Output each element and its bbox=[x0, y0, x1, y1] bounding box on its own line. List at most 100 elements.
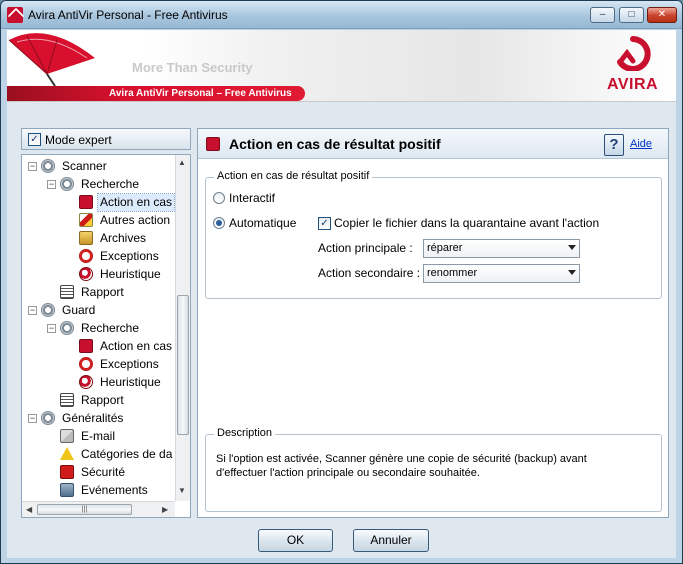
expert-mode-checkbox[interactable]: ✓ bbox=[28, 133, 41, 146]
tree-item-label: Catégories de da bbox=[81, 447, 173, 461]
avira-app-icon bbox=[7, 7, 23, 23]
cancel-button[interactable]: Annuler bbox=[353, 529, 429, 552]
tree-item[interactable]: Sécurité bbox=[22, 464, 175, 481]
tree-item-label: Sécurité bbox=[81, 465, 126, 479]
report-icon bbox=[60, 393, 74, 407]
tree-item[interactable]: − Généralités bbox=[22, 410, 175, 427]
settings-navigation: ✓ Mode expert − Scanner − Recherche Action e… bbox=[21, 128, 191, 518]
automatic-radio[interactable] bbox=[213, 217, 225, 229]
tree-item[interactable]: Catégories de da bbox=[22, 446, 175, 463]
exceptions-icon bbox=[79, 357, 93, 371]
tree-collapse-icon[interactable]: − bbox=[47, 324, 56, 333]
tree-item[interactable]: E-mail bbox=[22, 428, 175, 445]
action-group-title: Action en cas de résultat positif bbox=[214, 170, 373, 182]
heuristic-icon bbox=[79, 267, 93, 281]
banner: More Than Security Avira AntiVir Persona… bbox=[7, 30, 676, 102]
quarantine-checkbox[interactable]: ✓ bbox=[318, 217, 331, 230]
exceptions-icon bbox=[79, 249, 93, 263]
heuristic-icon bbox=[79, 375, 93, 389]
tree-item[interactable]: Exceptions bbox=[22, 248, 175, 265]
tree-item-label: Autres action bbox=[100, 213, 171, 227]
scroll-down-icon[interactable]: ▼ bbox=[178, 486, 186, 495]
tree-item-label: Recherche bbox=[81, 177, 140, 191]
tree-item[interactable]: Autres action bbox=[22, 212, 175, 229]
action-icon bbox=[206, 137, 220, 151]
window-title: Avira AntiVir Personal - Free Antivirus bbox=[28, 8, 228, 22]
primary-action-select[interactable]: réparer bbox=[423, 239, 580, 258]
tree-vertical-scrollbar[interactable]: ▲ ▼ bbox=[175, 155, 190, 501]
tree-horizontal-scrollbar[interactable]: ◀ ||| ▶ bbox=[22, 501, 175, 517]
help-icon[interactable]: ? bbox=[604, 134, 624, 156]
tree-item[interactable]: Action en cas bbox=[22, 193, 176, 212]
tree-item[interactable]: − Recherche bbox=[22, 320, 175, 337]
tree-item[interactable]: Rapport bbox=[22, 392, 175, 409]
security-icon bbox=[60, 465, 74, 479]
dialog-frame: More Than Security Avira AntiVir Persona… bbox=[7, 30, 676, 558]
tree-collapse-icon[interactable]: − bbox=[47, 180, 56, 189]
tree-hscroll-thumb[interactable]: ||| bbox=[37, 504, 132, 515]
action-group: Action en cas de résultat positif Intera… bbox=[205, 170, 662, 299]
tree-item[interactable]: − Scanner bbox=[22, 158, 175, 175]
maximize-button[interactable]: □ bbox=[619, 7, 644, 23]
tree-item[interactable]: Evénements bbox=[22, 482, 175, 499]
tree-item-label: Heuristique bbox=[100, 267, 161, 281]
archive-icon bbox=[79, 231, 93, 245]
general-icon bbox=[41, 411, 55, 425]
quarantine-label[interactable]: Copier le fichier dans la quarantaine av… bbox=[334, 216, 599, 230]
tree-collapse-icon[interactable]: − bbox=[28, 414, 37, 423]
secondary-action-label: Action secondaire : bbox=[318, 266, 421, 280]
tree-item-label: Action en cas bbox=[100, 339, 173, 353]
tree-item-label: Guard bbox=[62, 303, 96, 317]
chevron-down-icon[interactable] bbox=[568, 270, 576, 275]
tree-item-label: Scanner bbox=[62, 159, 107, 173]
tree-item-label: E-mail bbox=[81, 429, 116, 443]
settings-tree: − Scanner − Recherche Action en cas Autres ac… bbox=[21, 154, 191, 518]
settings-panel: Action en cas de résultat positif ? Aide… bbox=[197, 128, 669, 518]
product-name: Avira AntiVir Personal – Free Antivirus bbox=[109, 88, 292, 99]
interactive-radio[interactable] bbox=[213, 192, 225, 204]
tree-collapse-icon[interactable]: − bbox=[28, 162, 37, 171]
tree-item[interactable]: Heuristique bbox=[22, 266, 175, 283]
tree-item[interactable]: Archives bbox=[22, 230, 175, 247]
tree-scroll-thumb[interactable] bbox=[177, 295, 189, 435]
banner-slogan: More Than Security bbox=[132, 60, 253, 75]
tree-item[interactable]: Exceptions bbox=[22, 356, 175, 373]
interactive-label[interactable]: Interactif bbox=[229, 191, 275, 205]
title-bar[interactable]: Avira AntiVir Personal - Free Antivirus … bbox=[1, 1, 682, 29]
avira-window: Avira AntiVir Personal - Free Antivirus … bbox=[0, 0, 683, 564]
secondary-action-value: renommer bbox=[427, 267, 478, 279]
help-link[interactable]: Aide bbox=[630, 138, 652, 150]
tree-item-label: Exceptions bbox=[100, 249, 159, 263]
tree-collapse-icon[interactable]: − bbox=[28, 306, 37, 315]
search-settings-icon bbox=[60, 321, 74, 335]
scanner-icon bbox=[41, 159, 55, 173]
scroll-up-icon[interactable]: ▲ bbox=[178, 158, 186, 167]
tree-item-label: Rapport bbox=[81, 393, 124, 407]
chevron-down-icon[interactable] bbox=[568, 245, 576, 250]
events-icon bbox=[60, 483, 74, 497]
email-icon bbox=[60, 429, 74, 443]
scroll-right-icon[interactable]: ▶ bbox=[162, 505, 168, 514]
ok-button[interactable]: OK bbox=[258, 529, 333, 552]
tree-item[interactable]: Rapport bbox=[22, 284, 175, 301]
automatic-label[interactable]: Automatique bbox=[229, 216, 296, 230]
minimize-button[interactable]: – bbox=[590, 7, 615, 23]
tree-item-label: Heuristique bbox=[100, 375, 161, 389]
tree-item[interactable]: Heuristique bbox=[22, 374, 175, 391]
avira-logo-icon bbox=[617, 36, 651, 71]
panel-header: Action en cas de résultat positif ? Aide bbox=[198, 129, 668, 159]
tree-item[interactable]: − Recherche bbox=[22, 176, 175, 193]
guard-icon bbox=[41, 303, 55, 317]
action-icon bbox=[79, 339, 93, 353]
search-settings-icon bbox=[60, 177, 74, 191]
action-icon bbox=[79, 195, 93, 209]
expert-mode-toggle[interactable]: ✓ Mode expert bbox=[21, 128, 191, 150]
tree-item[interactable]: − Guard bbox=[22, 302, 175, 319]
scroll-left-icon[interactable]: ◀ bbox=[26, 505, 32, 514]
primary-action-value: réparer bbox=[427, 242, 463, 254]
tree-item-label: Rapport bbox=[81, 285, 124, 299]
description-title: Description bbox=[214, 427, 276, 439]
close-button[interactable]: ✕ bbox=[647, 7, 677, 23]
secondary-action-select[interactable]: renommer bbox=[423, 264, 580, 283]
tree-item[interactable]: Action en cas bbox=[22, 338, 175, 355]
